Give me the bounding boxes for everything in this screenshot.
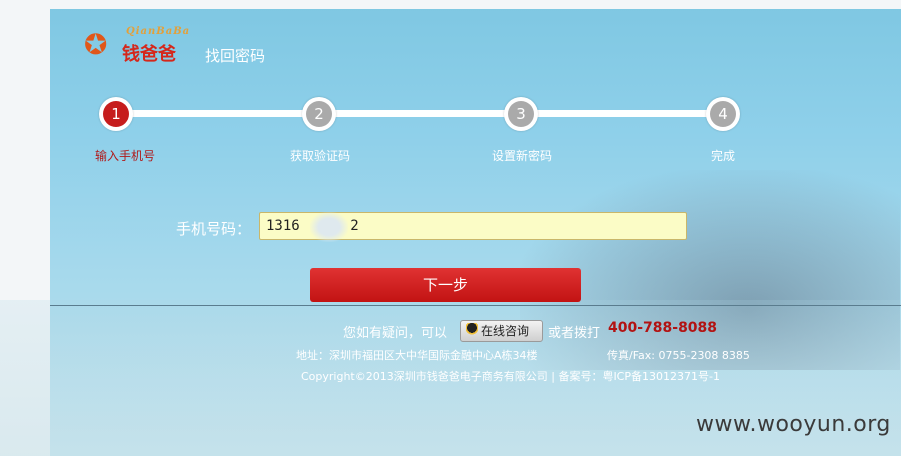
step-4-label: 完成 [710, 149, 736, 163]
logo-subtext: QianBaBa [126, 26, 191, 37]
phone-label: 手机号码： [176, 220, 252, 238]
step-2-number: 2 [306, 101, 332, 127]
top-strip [50, 0, 901, 9]
or-call-text: 或者拨打 [548, 326, 601, 341]
hotline-number: 400-788-8088 [608, 320, 718, 336]
steps-progress-line [116, 110, 724, 117]
logo-text: 钱爸爸 [122, 44, 176, 65]
logo-icon: ✪ [84, 28, 108, 61]
logo[interactable]: ✪ QianBaBa 钱爸爸 [84, 24, 190, 66]
step-3-number: 3 [508, 101, 534, 127]
qq-penguin-icon [466, 323, 478, 337]
page-title: 找回密码 [205, 47, 266, 65]
step-3-label: 设置新密码 [491, 149, 553, 163]
next-step-button[interactable]: 下一步 [310, 268, 581, 302]
footer-fax: 传真/Fax: 0755-2308 8385 [607, 349, 750, 362]
step-4-circle: 4 [706, 97, 740, 131]
step-1-circle: 1 [99, 97, 133, 131]
step-3-circle: 3 [504, 97, 538, 131]
footer-divider [50, 305, 901, 306]
footer-address: 地址：深圳市福田区大中华国际金融中心A栋34楼 [296, 349, 538, 362]
step-2-label: 获取验证码 [289, 149, 351, 163]
step-4-number: 4 [710, 101, 736, 127]
step-1-number: 1 [103, 101, 129, 127]
watermark: www.wooyun.org [696, 412, 891, 437]
online-consult-button[interactable]: 在线咨询 [460, 320, 543, 342]
step-1-label: 输入手机号 [94, 149, 156, 163]
online-consult-label: 在线咨询 [481, 324, 530, 338]
redaction-blur [310, 212, 348, 242]
step-2-circle: 2 [302, 97, 336, 131]
help-text: 您如有疑问，可以 [343, 326, 448, 341]
footer-copyright: Copyright©2013深圳市钱爸爸电子商务有限公司 | 备案号：粤ICP备… [301, 370, 720, 383]
